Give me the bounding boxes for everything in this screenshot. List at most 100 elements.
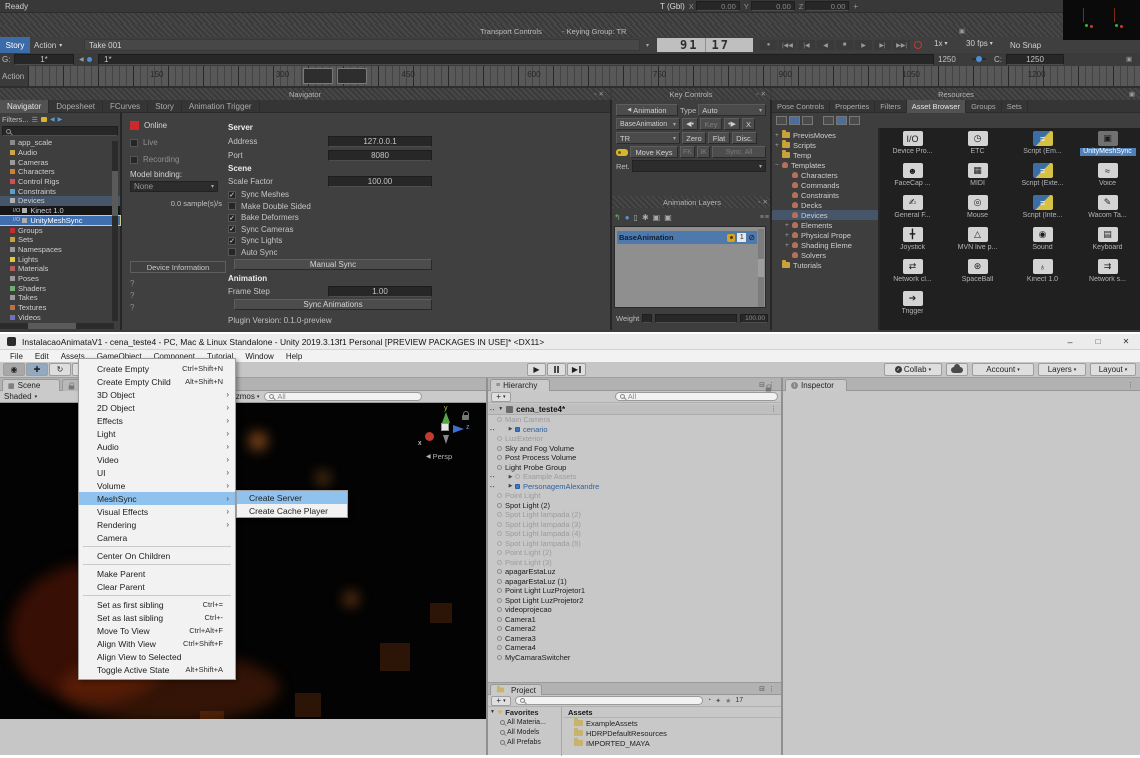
expand-toggle[interactable]: −: [775, 162, 782, 169]
snap-mode[interactable]: No Snap: [1010, 41, 1041, 50]
scrollbar-thumb[interactable]: [112, 171, 118, 216]
tab-project[interactable]: Project: [490, 684, 542, 695]
pause-button[interactable]: [547, 363, 566, 376]
list-options-icon[interactable]: ☰: [32, 116, 38, 124]
expand-arrow-icon[interactable]: ▶: [506, 474, 515, 480]
zoom-slider-knob[interactable]: [976, 56, 982, 62]
menu-item[interactable]: Align View to Selected: [79, 650, 235, 663]
navigator-tree-item[interactable]: Audio: [0, 148, 120, 158]
cloud-button[interactable]: [946, 363, 968, 376]
menu-item[interactable]: Rendering ›: [79, 518, 235, 531]
scene-orientation-gizmo[interactable]: y z x ◀Persp: [412, 405, 482, 463]
scrollbar-thumb[interactable]: [758, 259, 764, 277]
asset-folder-item[interactable]: + Shading Eleme: [772, 240, 878, 250]
navigator-tab[interactable]: Animation Trigger: [182, 100, 260, 113]
hierarchy-item[interactable]: Light Probe Group: [488, 463, 781, 473]
expand-arrow-icon[interactable]: ▶: [506, 426, 515, 432]
asset-template-item[interactable]: I/O Device Pro...: [880, 131, 945, 163]
unity-title-bar[interactable]: InstalacaoAnimataV1 - cena_teste4 - PC, …: [0, 334, 1140, 350]
navigator-tab[interactable]: Story: [148, 100, 182, 113]
single-view-icon[interactable]: [802, 116, 813, 125]
sync-option-checkbox[interactable]: Auto Sync: [228, 247, 311, 259]
sync-option-checkbox[interactable]: Sync Meshes: [228, 189, 311, 201]
navigator-tree-item[interactable]: Characters: [0, 167, 120, 177]
submenu-item[interactable]: Create Server: [237, 491, 347, 504]
loop-toggle-icon[interactable]: [914, 41, 922, 49]
favorite-search-item[interactable]: All Prefabs: [488, 737, 561, 747]
panel-options-icon[interactable]: ⊟: [759, 685, 765, 693]
menu-item[interactable]: Center On Children: [79, 549, 235, 562]
viewport-thumbnail[interactable]: [1063, 0, 1140, 40]
lock-icon[interactable]: [462, 415, 469, 420]
scale-factor-field[interactable]: 100.00: [328, 176, 432, 187]
menu-item[interactable]: Effects ›: [79, 414, 235, 427]
timeline-scrub-handle[interactable]: [303, 68, 333, 84]
asset-template-item[interactable]: ◉ Sound: [1010, 227, 1075, 259]
checkbox[interactable]: [130, 139, 138, 147]
sync-option-checkbox[interactable]: Sync Lights: [228, 235, 311, 247]
navigator-tree-item[interactable]: Videos: [0, 312, 120, 322]
asset-template-item[interactable]: ✎ Wacom Ta...: [1075, 195, 1140, 227]
menu-bar-item[interactable]: File: [4, 350, 29, 362]
navigator-search-input[interactable]: [2, 126, 118, 136]
model-binding-dropdown[interactable]: None▾: [130, 181, 218, 192]
hierarchy-item[interactable]: Point Light (2): [488, 548, 781, 558]
expand-toggle[interactable]: +: [775, 132, 782, 139]
delete-key-button[interactable]: X: [742, 118, 755, 130]
zero-button[interactable]: Zero: [682, 132, 706, 144]
scene-viewport[interactable]: y z x ◀Persp: [0, 403, 486, 719]
asset-template-item[interactable]: ≡ Script (Exte...: [1010, 163, 1075, 195]
navigator-tab[interactable]: Navigator: [0, 100, 49, 113]
weight-key-box[interactable]: [642, 314, 652, 323]
menu-item[interactable]: Create Empty Child Alt+Shift+N: [79, 375, 235, 388]
favorite-search-item[interactable]: All Models: [488, 727, 561, 737]
menu-item[interactable]: 3D Object ›: [79, 388, 235, 401]
menu-item[interactable]: Video ›: [79, 453, 235, 466]
keying-group-dropdown[interactable]: TR▾: [616, 132, 680, 144]
hierarchy-item[interactable]: Point Light (3): [488, 558, 781, 568]
sync-option-checkbox[interactable]: Sync Cameras: [228, 224, 311, 236]
current-frame-field[interactable]: 1250: [1006, 54, 1064, 65]
transport-button[interactable]: ▶: [855, 40, 872, 50]
create-object-button[interactable]: +▾: [491, 392, 511, 402]
delete-layer-icon[interactable]: ▯: [634, 213, 638, 222]
asset-template-item[interactable]: △ MVN live p...: [945, 227, 1010, 259]
take-field[interactable]: Take 001: [84, 39, 640, 51]
expand-arrow-icon[interactable]: ▼: [488, 709, 497, 715]
navigator-tree-item[interactable]: Constraints: [0, 186, 120, 196]
expand-toggle[interactable]: +: [785, 242, 792, 249]
timeline-scrub-handle[interactable]: [337, 68, 367, 84]
audio-preview-icon[interactable]: ◔: [707, 697, 711, 704]
asset-folder-item[interactable]: Devices: [772, 210, 878, 220]
panel-pin-close-icons[interactable]: ▫✕: [756, 90, 768, 98]
hierarchy-item[interactable]: Camera1: [488, 615, 781, 625]
hierarchy-item[interactable]: LuzExterior: [488, 434, 781, 444]
create-asset-button[interactable]: +▾: [491, 696, 511, 706]
project-search-input[interactable]: [515, 696, 703, 705]
asset-folder-row[interactable]: IMPORTED_MAYA: [574, 738, 781, 748]
asset-folder-row[interactable]: HDRPDefaultResources: [574, 728, 781, 738]
hierarchy-item[interactable]: Spot Light lampada (5): [488, 539, 781, 549]
grid-view-icon[interactable]: [836, 116, 847, 125]
menu-item[interactable]: MeshSync ›: [79, 492, 235, 505]
scene-header-row[interactable]: ▪▪ ▼ cena_teste4* ⋮: [488, 404, 781, 415]
asset-template-item[interactable]: ⇄ Network cl...: [880, 259, 945, 291]
grab-layer-icon[interactable]: ✱: [642, 213, 649, 222]
axis-y-cone[interactable]: [442, 412, 450, 423]
tab-scene[interactable]: ▦Scene: [2, 379, 60, 391]
asset-folder-row[interactable]: ExampleAssets: [574, 718, 781, 728]
navigator-tab[interactable]: Dopesheet: [49, 100, 103, 113]
menu-item[interactable]: Volume ›: [79, 479, 235, 492]
vertical-scrollbar[interactable]: [758, 229, 764, 307]
hierarchy-item[interactable]: Point Light: [488, 491, 781, 501]
lock-icon[interactable]: [766, 388, 772, 392]
range-handle-icon[interactable]: ◀: [79, 56, 84, 63]
rotate-tool-button[interactable]: ↻: [49, 363, 71, 376]
hierarchy-item[interactable]: Spot Light lampada (4): [488, 529, 781, 539]
menu-item[interactable]: UI ›: [79, 466, 235, 479]
sync-option-checkbox[interactable]: Make Double Sided: [228, 201, 311, 213]
favorite-filter-icon[interactable]: ★: [725, 697, 731, 705]
weight-value[interactable]: 100.00: [740, 314, 768, 323]
layer-lock-icon[interactable]: [727, 234, 735, 242]
axis-z-cone[interactable]: [453, 425, 464, 433]
